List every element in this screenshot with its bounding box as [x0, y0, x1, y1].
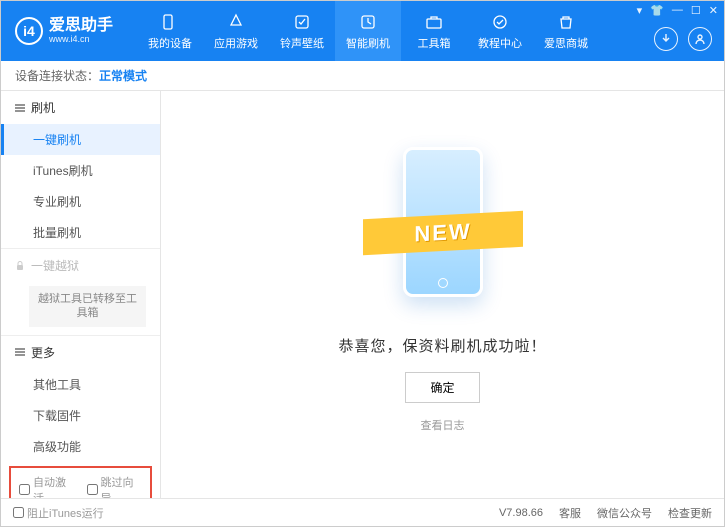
footer-link-support[interactable]: 客服 — [559, 505, 581, 521]
sidebar-item[interactable]: 下载固件 — [1, 400, 160, 431]
sidebar-item[interactable]: 批量刷机 — [1, 217, 160, 248]
auto-activate-checkbox[interactable]: 自动激活 — [19, 474, 75, 498]
expand-icon — [15, 103, 25, 113]
status-mode: 正常模式 — [99, 67, 147, 84]
nav-item-6[interactable]: 爱思商城 — [533, 1, 599, 61]
sidebar-item[interactable]: iTunes刷机 — [1, 155, 160, 186]
options-highlight: 自动激活 跳过向导 — [9, 466, 152, 498]
logo-icon: i4 — [15, 17, 43, 45]
jailbreak-note: 越狱工具已转移至工具箱 — [29, 286, 146, 327]
app-header: i4 爱思助手 www.i4.cn 我的设备应用游戏铃声壁纸智能刷机工具箱教程中… — [1, 1, 724, 61]
nav-icon — [292, 12, 312, 32]
status-bar: 设备连接状态： 正常模式 — [1, 61, 724, 91]
nav-item-0[interactable]: 我的设备 — [137, 1, 203, 61]
block-itunes-checkbox[interactable]: 阻止iTunes运行 — [13, 505, 104, 521]
success-message: 恭喜您，保资料刷机成功啦！ — [338, 335, 546, 356]
version-label: V7.98.66 — [499, 507, 543, 519]
success-illustration: NEW — [373, 137, 513, 317]
expand-icon — [15, 347, 25, 357]
skip-wizard-checkbox[interactable]: 跳过向导 — [87, 474, 143, 498]
section-label: 刷机 — [31, 99, 55, 116]
main-content: NEW 恭喜您，保资料刷机成功啦！ 确定 查看日志 — [161, 91, 724, 498]
nav-icon — [358, 12, 378, 32]
section-label: 一键越狱 — [31, 257, 79, 274]
section-label: 更多 — [31, 344, 55, 361]
menu-icon[interactable]: ▾ — [637, 4, 643, 17]
sidebar-item[interactable]: 高级功能 — [1, 431, 160, 462]
download-button[interactable] — [654, 27, 678, 51]
status-label: 设备连接状态： — [15, 67, 99, 84]
footer: 阻止iTunes运行 V7.98.66 客服 微信公众号 检查更新 — [1, 498, 724, 526]
nav-item-5[interactable]: 教程中心 — [467, 1, 533, 61]
user-button[interactable] — [688, 27, 712, 51]
minimize-icon[interactable]: — — [672, 4, 683, 17]
maximize-icon[interactable]: ☐ — [691, 4, 701, 17]
nav-icon — [424, 12, 444, 32]
nav-item-3[interactable]: 智能刷机 — [335, 1, 401, 61]
ok-button[interactable]: 确定 — [405, 372, 479, 403]
window-controls: ▾ 👕 — ☐ ✕ — [637, 4, 718, 17]
footer-link-wechat[interactable]: 微信公众号 — [597, 505, 652, 521]
lock-icon — [15, 261, 25, 271]
sidebar-section-flash[interactable]: 刷机 — [1, 91, 160, 124]
close-icon[interactable]: ✕ — [709, 4, 718, 17]
sidebar-item[interactable]: 其他工具 — [1, 369, 160, 400]
sidebar: 刷机 一键刷机iTunes刷机专业刷机批量刷机 一键越狱 越狱工具已转移至工具箱… — [1, 91, 161, 498]
nav-icon — [226, 12, 246, 32]
sidebar-section-more[interactable]: 更多 — [1, 336, 160, 369]
main-nav: 我的设备应用游戏铃声壁纸智能刷机工具箱教程中心爱思商城 — [137, 1, 599, 61]
sidebar-section-jailbreak: 一键越狱 — [1, 249, 160, 282]
nav-item-2[interactable]: 铃声壁纸 — [269, 1, 335, 61]
app-logo: i4 爱思助手 www.i4.cn — [1, 17, 127, 45]
sidebar-item[interactable]: 专业刷机 — [1, 186, 160, 217]
app-name: 爱思助手 — [49, 18, 113, 34]
nav-item-4[interactable]: 工具箱 — [401, 1, 467, 61]
nav-icon — [556, 12, 576, 32]
sidebar-item[interactable]: 一键刷机 — [1, 124, 160, 155]
nav-icon — [160, 12, 180, 32]
new-badge: NEW — [363, 210, 523, 254]
tshirt-icon[interactable]: 👕 — [650, 4, 664, 17]
footer-link-update[interactable]: 检查更新 — [668, 505, 712, 521]
nav-item-1[interactable]: 应用游戏 — [203, 1, 269, 61]
app-url: www.i4.cn — [49, 34, 113, 44]
view-log-link[interactable]: 查看日志 — [421, 417, 465, 433]
nav-icon — [490, 12, 510, 32]
